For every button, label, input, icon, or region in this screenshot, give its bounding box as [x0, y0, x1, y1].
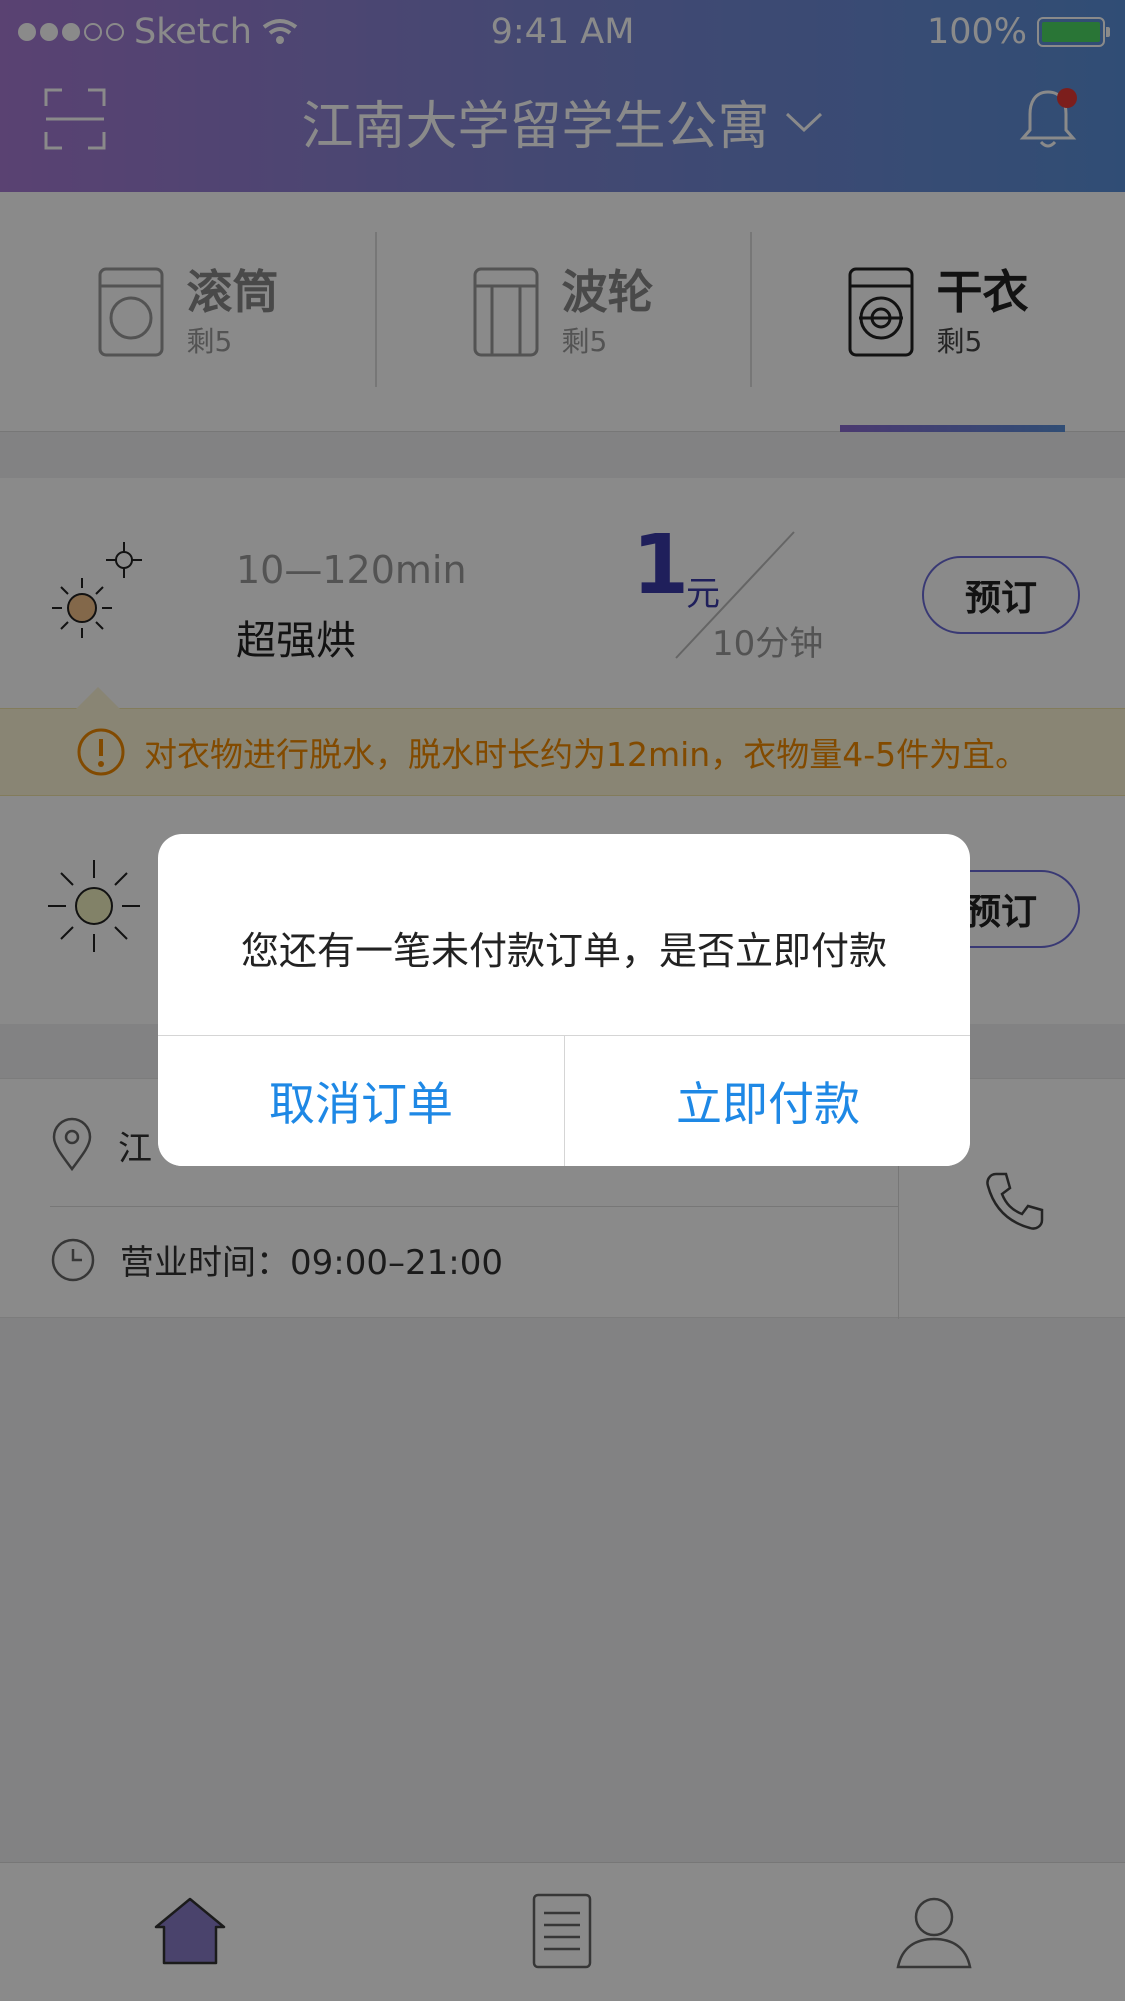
unpaid-order-dialog: 您还有一笔未付款订单，是否立即付款 取消订单 立即付款 [158, 834, 970, 1166]
pay-now-button[interactable]: 立即付款 [565, 1036, 970, 1166]
dialog-message: 您还有一笔未付款订单，是否立即付款 [240, 929, 887, 973]
app-screen: Sketch 9:41 AM 100% 江南大学留学生公寓 滚筒 剩5 波轮 剩… [0, 0, 1125, 2001]
cancel-order-button[interactable]: 取消订单 [158, 1036, 564, 1166]
